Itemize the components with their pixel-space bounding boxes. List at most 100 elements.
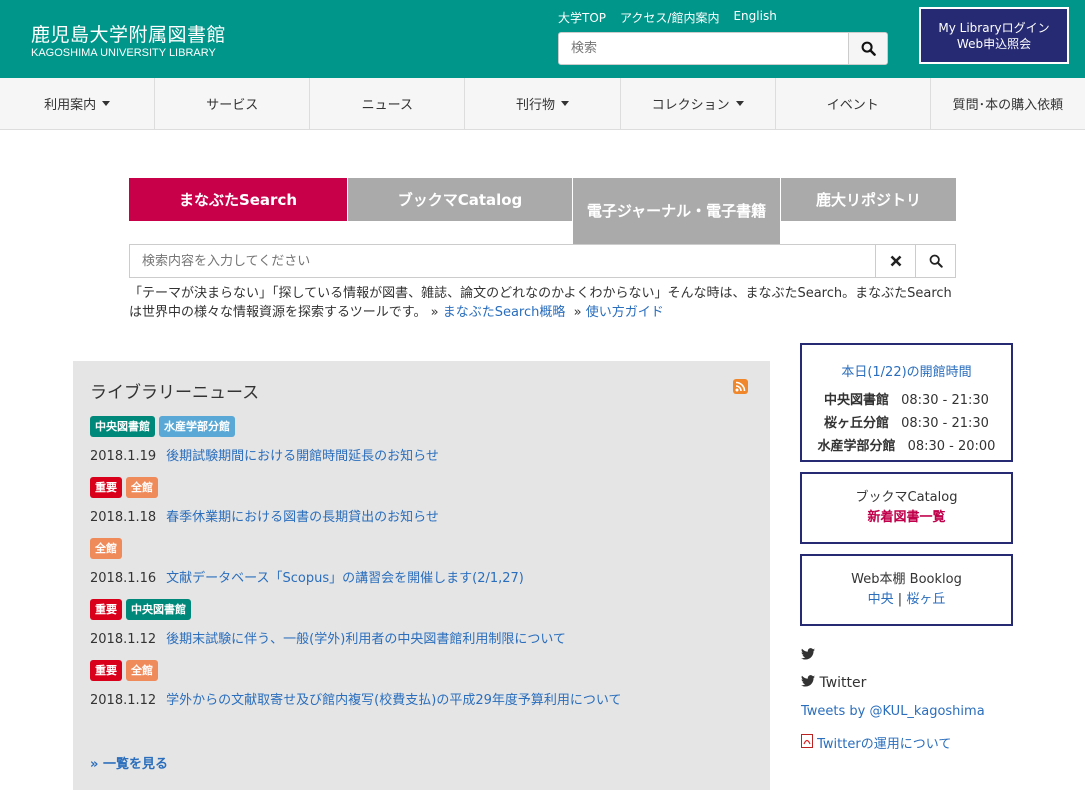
booklog-label: Web本棚 Booklog xyxy=(851,572,962,587)
site-title[interactable]: 鹿児島大学附属図書館 xyxy=(31,20,226,47)
search-icon xyxy=(929,254,943,268)
badge-important: 重要 xyxy=(90,660,122,681)
more-label: 一覧を見る xyxy=(102,757,168,772)
hours-row: 中央図書館 08:30 - 21:30 xyxy=(802,389,1011,408)
branch-name: 中央図書館 xyxy=(824,393,890,408)
news-date: 2018.1.12 xyxy=(90,632,157,647)
badge-all: 全館 xyxy=(126,477,158,498)
twitter-heading: Twitter xyxy=(801,675,866,691)
main-search xyxy=(129,244,956,278)
rss-glyph xyxy=(735,381,746,392)
nav-label: コレクション xyxy=(651,98,730,113)
nav-label: イベント xyxy=(826,98,879,113)
search-description: 「テーマが決まらない」「探している情報が図書、雑誌、論文のどれなのかよくわからな… xyxy=(129,284,959,322)
twitter-bird-icon xyxy=(801,675,815,687)
link-usage-guide[interactable]: 使い方ガイド xyxy=(586,305,664,320)
news-date: 2018.1.18 xyxy=(90,510,157,525)
twitter-policy: Twitterの運用について xyxy=(801,733,951,752)
news-link[interactable]: 後期試験期間における開館時間延長のお知らせ xyxy=(166,449,439,464)
twitter-icon xyxy=(801,648,815,664)
new-books-box[interactable]: ブックマCatalog 新着図書一覧 xyxy=(800,472,1013,544)
new-books-label: 新着図書一覧 xyxy=(867,510,946,525)
hours-row: 桜ヶ丘分館 08:30 - 21:30 xyxy=(802,412,1011,431)
search-tabs: まなぶたSearch ブックマCatalog 電子ジャーナル・電子書籍 鹿大リポ… xyxy=(129,178,956,244)
tab-bookma-catalog[interactable]: ブックマCatalog xyxy=(347,178,572,221)
news-item: 中央図書館 水産学部分館 2018.1.19 後期試験期間における開館時間延長のお知… xyxy=(90,416,750,464)
hours-row: 水産学部分館 08:30 - 20:00 xyxy=(802,435,1011,454)
top-links: 大学TOP アクセス/館内案内 English xyxy=(558,9,777,26)
caret-down-icon xyxy=(561,101,569,106)
caret-down-icon xyxy=(102,101,111,106)
nav-item-publications[interactable]: 刊行物 xyxy=(465,78,621,129)
nav-item-guide[interactable]: 利用案内 xyxy=(0,78,156,129)
news-item: 全館 2018.1.16 文献データベース「Scopus」の講習会を開催します(2… xyxy=(90,538,750,586)
nav-item-events[interactable]: イベント xyxy=(776,78,931,129)
search-icon xyxy=(861,41,876,56)
separator: | xyxy=(897,592,903,607)
top-link-english[interactable]: English xyxy=(733,9,776,26)
branch-time: 08:30 - 20:00 xyxy=(907,439,996,454)
catalog-label: ブックマCatalog xyxy=(855,490,958,505)
main-search-button[interactable] xyxy=(915,245,955,277)
hours-title[interactable]: 本日(1/22)の開館時間 xyxy=(802,361,1011,380)
news-title: ライブラリーニュース xyxy=(90,383,260,403)
site-header: 鹿児島大学附属図書館 KAGOSHIMA UNIVERSITY LIBRARY … xyxy=(0,0,1085,78)
nav-label: 利用案内 xyxy=(44,98,97,113)
mylib-line1: My Libraryログイン xyxy=(938,20,1050,35)
tab-ejournal[interactable]: 電子ジャーナル・電子書籍 xyxy=(572,178,780,244)
branch-time: 08:30 - 21:30 xyxy=(901,393,989,408)
news-link[interactable]: 後期末試験に伴う、一般(学外)利用者の中央図書館利用制限について xyxy=(166,632,566,647)
chevron-double-right-icon: » xyxy=(430,305,439,320)
link-search-overview[interactable]: まなぶたSearch概略 xyxy=(443,305,566,320)
booklog-link-central[interactable]: 中央 xyxy=(868,592,894,607)
tab-manabuta-search[interactable]: まなぶたSearch xyxy=(129,178,347,221)
nav-label: サービス xyxy=(206,98,259,113)
header-search xyxy=(558,32,888,65)
nav-label: 刊行物 xyxy=(515,98,555,113)
badge-all: 全館 xyxy=(126,660,158,681)
badge-important: 重要 xyxy=(90,477,122,498)
close-icon xyxy=(890,255,901,267)
nav-item-services[interactable]: サービス xyxy=(155,78,311,129)
main-nav: 利用案内 サービス ニュース 刊行物 コレクション イベント 質問･本の購入依頼 xyxy=(0,78,1085,130)
booklog-link-sakuragaoka[interactable]: 桜ヶ丘 xyxy=(906,592,945,607)
pdf-icon xyxy=(801,734,813,748)
header-search-button[interactable] xyxy=(848,33,887,64)
badge-fisheries: 水産学部分館 xyxy=(159,416,235,437)
badge-important: 重要 xyxy=(90,599,122,620)
top-link-access[interactable]: アクセス/館内案内 xyxy=(620,9,719,26)
nav-item-questions[interactable]: 質問･本の購入依頼 xyxy=(931,78,1085,129)
nav-item-news[interactable]: ニュース xyxy=(310,78,466,129)
nav-label: ニュース xyxy=(361,98,414,113)
mylib-line2: Web申込照会 xyxy=(956,36,1032,51)
clear-button[interactable] xyxy=(875,245,915,277)
news-link[interactable]: 文献データベース「Scopus」の講習会を開催します(2/1,27) xyxy=(166,571,524,586)
news-item: 重要 中央図書館 2018.1.12 後期末試験に伴う、一般(学外)利用者の中央図書… xyxy=(90,599,750,647)
news-link[interactable]: 学外からの文献取寄せ及び館内複写(校費支払)の平成29年度予算利用について xyxy=(166,693,621,708)
twitter-bird-icon xyxy=(801,648,815,660)
news-link[interactable]: 春季休業期における図書の長期貸出のお知らせ xyxy=(166,510,439,525)
badge-central: 中央図書館 xyxy=(126,599,191,620)
badge-central: 中央図書館 xyxy=(90,416,155,437)
news-date: 2018.1.16 xyxy=(90,571,157,586)
news-item: 重要 全館 2018.1.18 春季休業期における図書の長期貸出のお知らせ xyxy=(90,477,750,525)
tab-repository[interactable]: 鹿大リポジトリ xyxy=(780,178,956,221)
branch-name: 桜ヶ丘分館 xyxy=(824,416,890,431)
header-search-input[interactable] xyxy=(559,33,848,64)
site-subtitle: KAGOSHIMA UNIVERSITY LIBRARY xyxy=(31,47,216,59)
twitter-label: Twitter xyxy=(819,675,867,691)
rss-icon[interactable] xyxy=(733,379,748,394)
news-date: 2018.1.12 xyxy=(90,693,157,708)
nav-item-collections[interactable]: コレクション xyxy=(621,78,776,129)
mylibrary-login-button[interactable]: My Libraryログイン Web申込照会 xyxy=(919,7,1069,64)
news-item: 重要 全館 2018.1.12 学外からの文献取寄せ及び館内複写(校費支払)の平成2… xyxy=(90,660,750,708)
chevron-double-right-icon: » xyxy=(90,757,99,772)
main-search-input[interactable] xyxy=(130,245,875,277)
news-more-link[interactable]: » 一覧を見る xyxy=(90,753,168,772)
branch-time: 08:30 - 21:30 xyxy=(901,416,989,431)
tweets-by-link[interactable]: Tweets by @KUL_kagoshima xyxy=(801,704,985,719)
twitter-policy-link[interactable]: Twitterの運用について xyxy=(817,737,951,752)
top-link-university[interactable]: 大学TOP xyxy=(558,9,606,26)
chevron-double-right-icon: » xyxy=(573,305,582,320)
caret-down-icon xyxy=(735,101,744,106)
